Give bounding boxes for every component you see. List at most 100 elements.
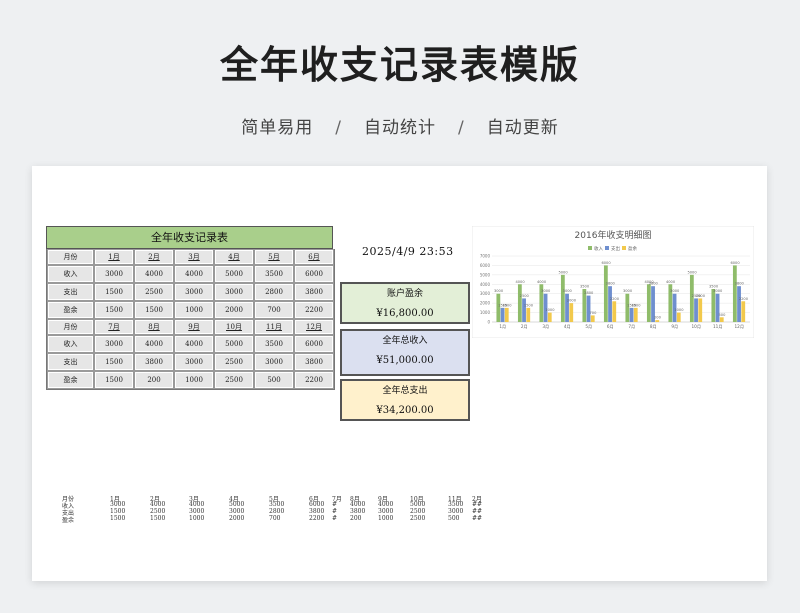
value-cell[interactable]: 3000 xyxy=(94,265,134,283)
value-cell[interactable]: 1500 xyxy=(94,353,134,371)
value-cell[interactable]: 2200 xyxy=(294,301,334,319)
value-cell[interactable]: 700 xyxy=(254,301,294,319)
income-value: ¥51,000.00 xyxy=(376,355,434,366)
header-label-cell[interactable]: 月份 xyxy=(47,319,94,335)
value-cell[interactable]: 2500 xyxy=(214,353,254,371)
value-cell[interactable]: 1500 xyxy=(94,301,134,319)
legend-label: 盈余 xyxy=(628,245,637,252)
data-label: 4000 xyxy=(515,280,525,284)
value-cell[interactable]: 3500 xyxy=(254,265,294,283)
mini-cell: 1500 xyxy=(150,515,166,522)
value-cell[interactable]: 1500 xyxy=(94,283,134,301)
row-label-cell[interactable]: 盈余 xyxy=(47,301,94,319)
month-header-cell[interactable]: 9月 xyxy=(174,319,214,335)
mini-cell: 2800 xyxy=(269,508,285,515)
value-cell[interactable]: 3000 xyxy=(174,283,214,301)
mini-cell: ## xyxy=(472,508,483,515)
row-label-cell[interactable]: 支出 xyxy=(47,353,94,371)
value-cell[interactable]: 3800 xyxy=(294,353,334,371)
value-cell[interactable]: 3000 xyxy=(214,283,254,301)
mini-cell: 3000 xyxy=(110,501,126,508)
month-header-cell[interactable]: 7月 xyxy=(94,319,134,335)
header-label-cell[interactable]: 月份 xyxy=(47,249,94,265)
mini-cell: 3000 xyxy=(229,508,245,515)
mini-cell: 3800 xyxy=(309,508,325,515)
month-header-cell[interactable]: 5月 xyxy=(254,249,294,265)
chart-bar xyxy=(590,315,595,322)
data-label: 3800 xyxy=(606,282,616,286)
page-title: 全年收支记录表模版 xyxy=(219,43,580,87)
value-cell[interactable]: 500 xyxy=(254,371,294,389)
mini-cell: 1500 xyxy=(110,508,126,515)
value-cell[interactable]: 4000 xyxy=(174,335,214,353)
row-label-cell[interactable]: 盈余 xyxy=(47,371,94,389)
mini-cell: # xyxy=(332,515,338,522)
month-header-cell[interactable]: 3月 xyxy=(174,249,214,265)
value-cell[interactable]: 5000 xyxy=(214,265,254,283)
data-label: 2200 xyxy=(610,297,620,301)
monthly-chart[interactable]: 2016年收支明细图 收入 支出 盈余 0 1000 2000 3000 4000 5000 600… xyxy=(472,226,754,338)
value-cell[interactable]: 2200 xyxy=(294,371,334,389)
value-cell[interactable]: 2800 xyxy=(254,283,294,301)
chart-bar xyxy=(711,289,716,322)
month-header-cell[interactable]: 10月 xyxy=(214,319,254,335)
value-cell[interactable]: 3800 xyxy=(294,283,334,301)
value-cell[interactable]: 3500 xyxy=(254,335,294,353)
value-cell[interactable]: 1500 xyxy=(94,371,134,389)
mini-cell: 1000 xyxy=(378,515,394,522)
mini-cell: 2000 xyxy=(229,515,245,522)
month-header-cell[interactable]: 8月 xyxy=(134,319,174,335)
chart-bar xyxy=(496,293,501,322)
mini-cell: # xyxy=(332,501,338,508)
mini-cell: 4000 xyxy=(378,501,394,508)
value-cell[interactable]: 1500 xyxy=(134,301,174,319)
tag-auto-stat: 自动统计 xyxy=(364,118,436,138)
chart-bar xyxy=(608,286,612,322)
expense-value: ¥34,200.00 xyxy=(376,405,434,416)
table-title: 全年收支记录表 xyxy=(46,226,333,249)
mini-cell: 3000 xyxy=(189,508,205,515)
value-cell[interactable]: 1000 xyxy=(174,301,214,319)
mini-cell: ## xyxy=(472,501,483,508)
value-cell[interactable]: 3800 xyxy=(134,353,174,371)
month-header-cell[interactable]: 6月 xyxy=(294,249,334,265)
income-label: 全年总收入 xyxy=(382,336,428,346)
data-label: 3000 xyxy=(623,289,633,293)
data-label: 4000 xyxy=(537,280,547,284)
value-cell[interactable]: 3000 xyxy=(174,353,214,371)
y-tick-label: 2000 xyxy=(480,301,491,306)
data-label: 3000 xyxy=(670,289,680,293)
value-cell[interactable]: 4000 xyxy=(134,335,174,353)
value-cell[interactable]: 200 xyxy=(134,371,174,389)
income-box: 全年总收入 ¥51,000.00 xyxy=(340,329,470,376)
y-tick-label: 4000 xyxy=(480,282,491,287)
value-cell[interactable]: 4000 xyxy=(174,265,214,283)
value-cell[interactable]: 4000 xyxy=(134,265,174,283)
row-label-cell[interactable]: 收入 xyxy=(47,335,94,353)
row-label-cell[interactable]: 收入 xyxy=(47,265,94,283)
value-cell[interactable]: 2500 xyxy=(134,283,174,301)
mini-cell: 3500 xyxy=(448,501,464,508)
value-cell[interactable]: 3000 xyxy=(254,353,294,371)
chart-bar xyxy=(625,293,630,322)
mini-cell: 500 xyxy=(448,515,460,522)
month-header-cell[interactable]: 1月 xyxy=(94,249,134,265)
value-cell[interactable]: 6000 xyxy=(294,335,334,353)
value-cell[interactable]: 2000 xyxy=(214,301,254,319)
month-header-cell[interactable]: 4月 xyxy=(214,249,254,265)
data-label: 700 xyxy=(590,311,598,315)
month-header-cell[interactable]: 2月 xyxy=(134,249,174,265)
value-cell[interactable]: 5000 xyxy=(214,335,254,353)
value-cell[interactable]: 3000 xyxy=(94,335,134,353)
chart-bar xyxy=(737,286,741,322)
value-cell[interactable]: 1000 xyxy=(174,371,214,389)
value-cell[interactable]: 2500 xyxy=(214,371,254,389)
y-tick-label: 5000 xyxy=(480,272,491,277)
chart-bar xyxy=(741,301,746,322)
month-header-cell[interactable]: 12月 xyxy=(294,319,334,335)
row-label-cell[interactable]: 支出 xyxy=(47,283,94,301)
expense-box: 全年总支出 ¥34,200.00 xyxy=(340,379,470,421)
table-row: 收入 3000 4000 4000 5000 3500 6000 xyxy=(47,335,334,353)
value-cell[interactable]: 6000 xyxy=(294,265,334,283)
month-header-cell[interactable]: 11月 xyxy=(254,319,294,335)
